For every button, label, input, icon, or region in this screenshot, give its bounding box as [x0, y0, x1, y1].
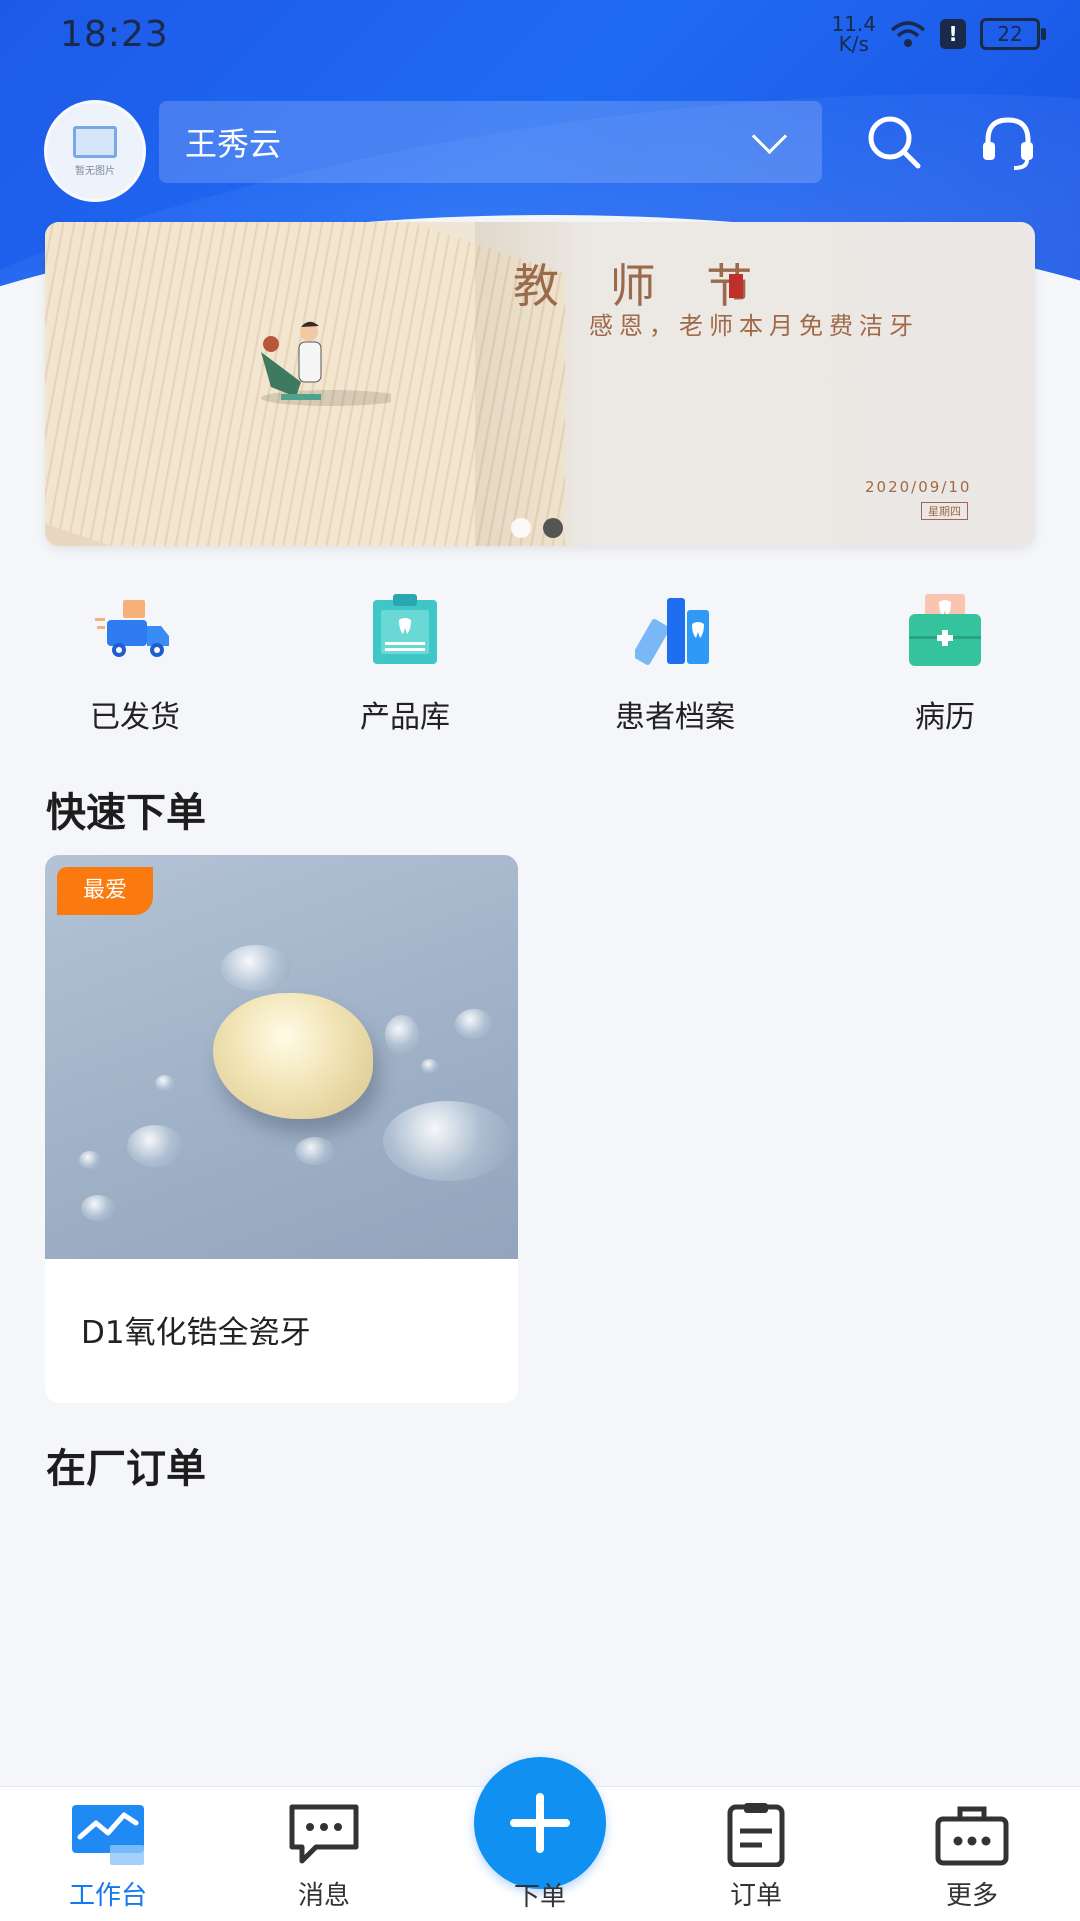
user-selector-dropdown[interactable]: 王秀云: [159, 101, 822, 183]
tab-messages[interactable]: 消息: [244, 1787, 404, 1921]
tab-label: 消息: [297, 1881, 350, 1911]
promo-banner[interactable]: 教 师 节 感恩，老师本月免费洁牙 2020/09/10 星期四: [45, 222, 1035, 546]
tab-label: 工作台: [68, 1881, 147, 1911]
quick-action-medical-history[interactable]: 病历: [845, 590, 1045, 740]
order-clipboard-icon: [727, 1803, 785, 1868]
banner-weekday: 星期四: [921, 502, 968, 520]
banner-dot-2-active[interactable]: [543, 518, 563, 538]
quick-action-label: 病历: [915, 700, 975, 735]
tab-label-place-order: 下单: [513, 1882, 566, 1912]
network-speed: 11.4 K/s: [831, 12, 876, 56]
status-time: 18:23: [60, 14, 169, 55]
tab-label: 更多: [945, 1881, 998, 1911]
avatar[interactable]: 暂无图片: [44, 100, 146, 202]
tab-label: 订单: [729, 1881, 782, 1911]
favorite-badge: 最爱: [57, 867, 153, 915]
product-card[interactable]: 最爱 D1氧化锆全瓷牙: [45, 855, 518, 1403]
tab-orders[interactable]: 订单: [676, 1787, 836, 1921]
message-bubble-icon: [289, 1804, 359, 1864]
product-image: [45, 855, 518, 1259]
status-bar: 18:23 11.4 K/s ! 22: [0, 0, 1080, 72]
quick-action-label: 产品库: [360, 700, 450, 735]
banner-subtitle: 感恩，老师本月免费洁牙: [589, 312, 919, 340]
status-indicators: 11.4 K/s ! 22: [831, 12, 1046, 56]
section-title-quick-order: 快速下单: [46, 790, 206, 836]
avatar-caption: 暂无图片: [75, 165, 115, 177]
battery-icon: 22: [980, 18, 1046, 50]
place-order-button[interactable]: [474, 1757, 606, 1889]
tab-workbench[interactable]: 工作台: [28, 1787, 188, 1921]
quick-action-label: 患者档案: [615, 700, 735, 735]
archive-books-icon: [632, 598, 709, 665]
banner-dot-1[interactable]: [511, 518, 531, 538]
quick-action-shipped[interactable]: 已发货: [35, 590, 235, 740]
product-name: D1氧化锆全瓷牙: [81, 1315, 311, 1351]
toolbox-icon: [935, 1806, 1009, 1866]
tab-more[interactable]: 更多: [892, 1787, 1052, 1921]
quick-action-product-library[interactable]: 产品库: [305, 590, 505, 740]
selected-user-name: 王秀云: [185, 125, 282, 163]
quick-action-patient-records[interactable]: 患者档案: [575, 590, 775, 740]
search-icon[interactable]: [864, 112, 924, 172]
quick-action-label: 已发货: [90, 700, 180, 735]
monitor-icon: [73, 125, 117, 158]
workbench-chart-icon: [72, 1805, 144, 1865]
medical-kit-icon: [909, 594, 981, 666]
wifi-icon: [890, 21, 926, 47]
quick-actions: 已发货 产品库 患者档案 病历: [0, 590, 1080, 740]
section-title-factory-orders: 在厂订单: [46, 1446, 206, 1492]
delivery-truck-icon: [95, 600, 169, 657]
banner-date: 2020/09/10: [865, 478, 972, 496]
alert-icon: !: [940, 19, 966, 49]
zirconia-crown-image: [213, 993, 373, 1119]
chevron-down-icon: [751, 118, 788, 154]
clipboard-icon: [373, 594, 437, 664]
headset-icon[interactable]: [978, 112, 1038, 172]
red-seal-icon: [729, 274, 743, 298]
dentist-illustration: [261, 321, 391, 406]
